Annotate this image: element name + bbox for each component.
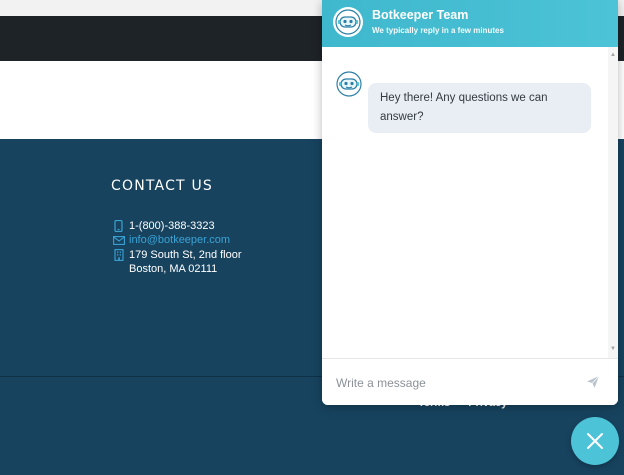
envelope-icon [111, 233, 126, 247]
contact-address-row: 179 South St, 2nd floor Boston, MA 02111 [111, 248, 242, 276]
scroll-down-arrow-icon[interactable]: ▼ [610, 346, 616, 352]
building-icon [111, 248, 126, 262]
chat-team-name: Botkeeper Team [372, 8, 469, 22]
send-icon[interactable] [584, 373, 602, 391]
contact-phone-row: 1-(800)-388-3323 [111, 219, 215, 233]
chat-message-bubble: Hey there! Any questions we can answer? [368, 83, 591, 133]
phone-icon [111, 219, 126, 233]
message-input[interactable] [336, 373, 576, 393]
contact-us-heading: CONTACT US [111, 178, 213, 194]
chat-widget: Botkeeper Team We typically reply in a f… [322, 0, 618, 405]
address-block: 179 South St, 2nd floor Boston, MA 02111 [129, 248, 242, 276]
close-chat-button[interactable] [571, 417, 619, 465]
email-link[interactable]: info@botkeeper.com [129, 233, 230, 247]
chat-reply-time: We typically reply in a few minutes [372, 26, 504, 35]
address-line-2: Boston, MA 02111 [129, 263, 218, 275]
contact-email-row: info@botkeeper.com [111, 233, 230, 247]
chat-composer [322, 358, 618, 405]
bot-avatar-icon [333, 7, 363, 37]
address-line-1: 179 South St, 2nd floor [129, 249, 242, 261]
chat-scrollbar[interactable] [608, 47, 618, 358]
close-icon [587, 433, 603, 449]
bot-avatar-icon [336, 71, 362, 97]
scroll-up-arrow-icon[interactable]: ▲ [610, 52, 616, 58]
chat-message-list: Hey there! Any questions we can answer? [322, 47, 618, 358]
phone-number[interactable]: 1-(800)-388-3323 [129, 219, 215, 233]
page: CONTACT US 1-(800)-388-3323 info@botkeep… [0, 0, 624, 475]
chat-header: Botkeeper Team We typically reply in a f… [322, 0, 618, 47]
